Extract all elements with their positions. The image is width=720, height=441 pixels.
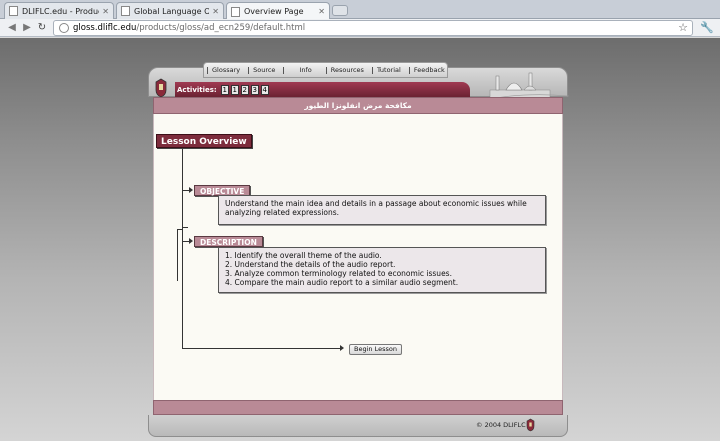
arrow-right-icon bbox=[340, 345, 344, 351]
tab-dliflc-products[interactable]: DLIFLC.edu - Products ✕ bbox=[4, 2, 114, 19]
page-icon bbox=[9, 6, 18, 16]
connector-line bbox=[182, 227, 188, 228]
globe-icon bbox=[59, 23, 69, 33]
nav-glossary[interactable]: Glossary bbox=[207, 66, 248, 74]
lesson-title-band: مكافحة مرض انفلونزا الطيور bbox=[153, 97, 563, 114]
close-icon[interactable]: ✕ bbox=[102, 7, 109, 16]
reload-icon[interactable]: ↻ bbox=[35, 21, 49, 35]
description-tag: DESCRIPTION bbox=[194, 236, 263, 247]
tab-global-language-online[interactable]: Global Language Online ✕ bbox=[116, 2, 224, 19]
nav-resources[interactable]: Resources bbox=[325, 66, 372, 74]
browser-toolbar: ◀ ▶ ↻ gloss.dliflc.edu/products/gloss/ad… bbox=[0, 19, 720, 37]
page-viewport: Activities: 1 1 2 3 4 Glossary Source In… bbox=[0, 38, 720, 441]
description-box: 1. Identify the overall theme of the aud… bbox=[218, 247, 546, 293]
dliflc-seal-icon bbox=[526, 418, 535, 432]
list-item: 1. Identify the overall theme of the aud… bbox=[225, 251, 382, 260]
tab-overview-page[interactable]: Overview Page ✕ bbox=[226, 2, 330, 20]
activity-button-1b[interactable]: 1 bbox=[230, 84, 239, 95]
objective-box: Understand the main idea and details in … bbox=[218, 195, 546, 225]
lesson-content: Lesson Overview OBJECTIVE Understand the… bbox=[153, 114, 563, 400]
new-tab-button[interactable] bbox=[332, 5, 348, 16]
list-item: 2. Understand the details of the audio r… bbox=[225, 260, 396, 269]
lesson-app: Activities: 1 1 2 3 4 Glossary Source In… bbox=[148, 62, 569, 437]
page-icon bbox=[121, 6, 130, 16]
description-list: 1. Identify the overall theme of the aud… bbox=[225, 251, 539, 287]
activities-label: Activities: bbox=[177, 85, 217, 94]
connector-line bbox=[182, 348, 340, 349]
activity-button-3[interactable]: 3 bbox=[250, 84, 259, 95]
connector-line bbox=[177, 229, 178, 281]
nav-info[interactable]: Info bbox=[283, 66, 325, 74]
url-path: /products/gloss/ad_ecn259/default.html bbox=[136, 23, 306, 33]
connector-line bbox=[182, 149, 183, 348]
nav-feedback[interactable]: Feedback bbox=[408, 66, 453, 74]
copyright-text: © 2004 DLIFLC bbox=[476, 421, 526, 429]
activity-button-1[interactable]: 1 bbox=[220, 84, 229, 95]
list-item: 3. Analyze common terminology related to… bbox=[225, 269, 452, 278]
bottom-band bbox=[153, 400, 563, 415]
close-icon[interactable]: ✕ bbox=[212, 7, 219, 16]
arrow-right-icon bbox=[189, 238, 193, 244]
tab-label: Overview Page bbox=[244, 7, 304, 16]
connector-line bbox=[177, 229, 182, 230]
arrow-right-icon bbox=[189, 187, 193, 193]
nav-tutorial[interactable]: Tutorial bbox=[371, 66, 409, 74]
close-icon[interactable]: ✕ bbox=[318, 7, 325, 16]
tab-strip: DLIFLC.edu - Products ✕ Global Language … bbox=[0, 0, 720, 20]
lesson-overview-heading: Lesson Overview bbox=[156, 134, 252, 148]
dliflc-seal-icon bbox=[155, 78, 167, 98]
activity-button-2[interactable]: 2 bbox=[240, 84, 249, 95]
objective-text: analyzing related expressions. bbox=[225, 208, 340, 217]
lesson-title: مكافحة مرض انفلونزا الطيور bbox=[304, 101, 412, 110]
bookmark-star-icon[interactable]: ☆ bbox=[678, 21, 688, 34]
back-arrow-icon[interactable]: ◀ bbox=[5, 21, 19, 35]
nav-source[interactable]: Source bbox=[248, 66, 283, 74]
tab-label: Global Language Online bbox=[134, 6, 209, 16]
objective-text: Understand the main idea and details in … bbox=[225, 199, 527, 208]
activities-bar: Activities: 1 1 2 3 4 bbox=[175, 82, 470, 97]
url-host: gloss.dliflc.edu bbox=[73, 23, 137, 33]
wrench-icon[interactable]: 🔧 bbox=[700, 21, 714, 34]
activity-button-4[interactable]: 4 bbox=[260, 84, 269, 95]
tab-label: DLIFLC.edu - Products bbox=[22, 6, 99, 16]
page-icon bbox=[231, 6, 240, 17]
begin-lesson-button[interactable]: Begin Lesson bbox=[349, 344, 402, 355]
top-navigation: Glossary Source Info Resources Tutorial … bbox=[203, 62, 448, 78]
forward-arrow-icon[interactable]: ▶ bbox=[20, 21, 34, 35]
app-footer: © 2004 DLIFLC bbox=[148, 415, 568, 437]
address-bar[interactable]: gloss.dliflc.edu/products/gloss/ad_ecn25… bbox=[53, 20, 693, 36]
list-item: 4. Compare the main audio report to a si… bbox=[225, 278, 459, 287]
